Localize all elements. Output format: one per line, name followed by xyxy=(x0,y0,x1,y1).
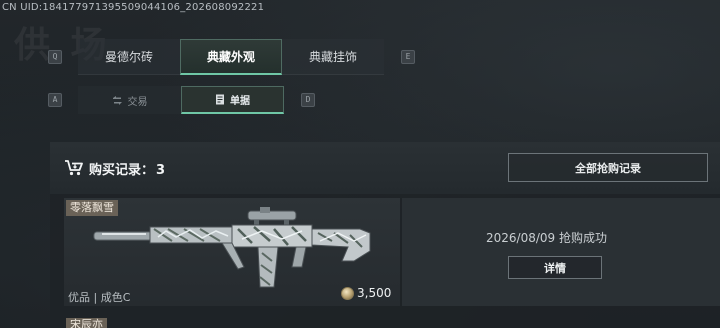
item-status-panel xyxy=(402,198,720,306)
trade-icon xyxy=(112,95,122,105)
details-button[interactable]: 详情 xyxy=(508,256,602,279)
top-tab-bar: 曼德尔砖 典藏外观 典藏挂饰 xyxy=(78,39,384,75)
price-value: 3,500 xyxy=(357,286,392,300)
purchase-record-title: 购买记录： 3 xyxy=(89,159,165,178)
all-purchase-records-button[interactable]: 全部抢购记录 xyxy=(508,153,708,182)
keyhint-a: A xyxy=(48,93,62,107)
tab-collection-skins[interactable]: 典藏外观 xyxy=(180,39,282,75)
receipt-icon xyxy=(216,94,224,105)
uid-label: CN UID:18417797139550904410​6_2026080922… xyxy=(2,2,265,13)
record-count: 3 xyxy=(156,163,166,178)
sub-tab-receipts[interactable]: 单据 xyxy=(181,86,284,114)
tab-label: 曼德尔砖 xyxy=(104,50,153,64)
tab-collection-charms[interactable]: 典藏挂饰 xyxy=(282,39,384,75)
tab-mandel-brick[interactable]: 曼德尔砖 xyxy=(78,39,180,75)
sub-tab-bar: 交易 单据 xyxy=(78,86,284,114)
button-label: 详情 xyxy=(544,261,566,275)
purchase-status: 2026/08/09 抢购成功 xyxy=(486,229,607,246)
tab-label: 典藏挂饰 xyxy=(308,50,357,64)
sub-tab-label: 单据 xyxy=(230,96,250,107)
tab-label: 典藏外观 xyxy=(206,50,255,64)
sub-tab-label: 交易 xyxy=(127,96,148,108)
item-grade: 优品 | 成色C xyxy=(68,291,131,304)
rifle-skin-image xyxy=(93,207,371,288)
sub-tab-trade[interactable]: 交易 xyxy=(78,86,181,114)
keyhint-q: Q xyxy=(48,50,62,64)
purchase-result: 抢购成功 xyxy=(559,231,608,245)
coin-icon xyxy=(341,286,354,300)
keyhint-e: E xyxy=(401,50,415,64)
item-price: 3,500 xyxy=(341,286,391,300)
purchase-date: 2026/08/09 xyxy=(486,231,556,245)
next-item-name-tag: 宋辰亦 xyxy=(66,318,107,328)
record-title-label: 购买记录： xyxy=(89,163,155,178)
button-label: 全部抢购记录 xyxy=(575,161,641,175)
keyhint-d: D xyxy=(301,93,315,107)
cart-icon xyxy=(65,160,83,176)
